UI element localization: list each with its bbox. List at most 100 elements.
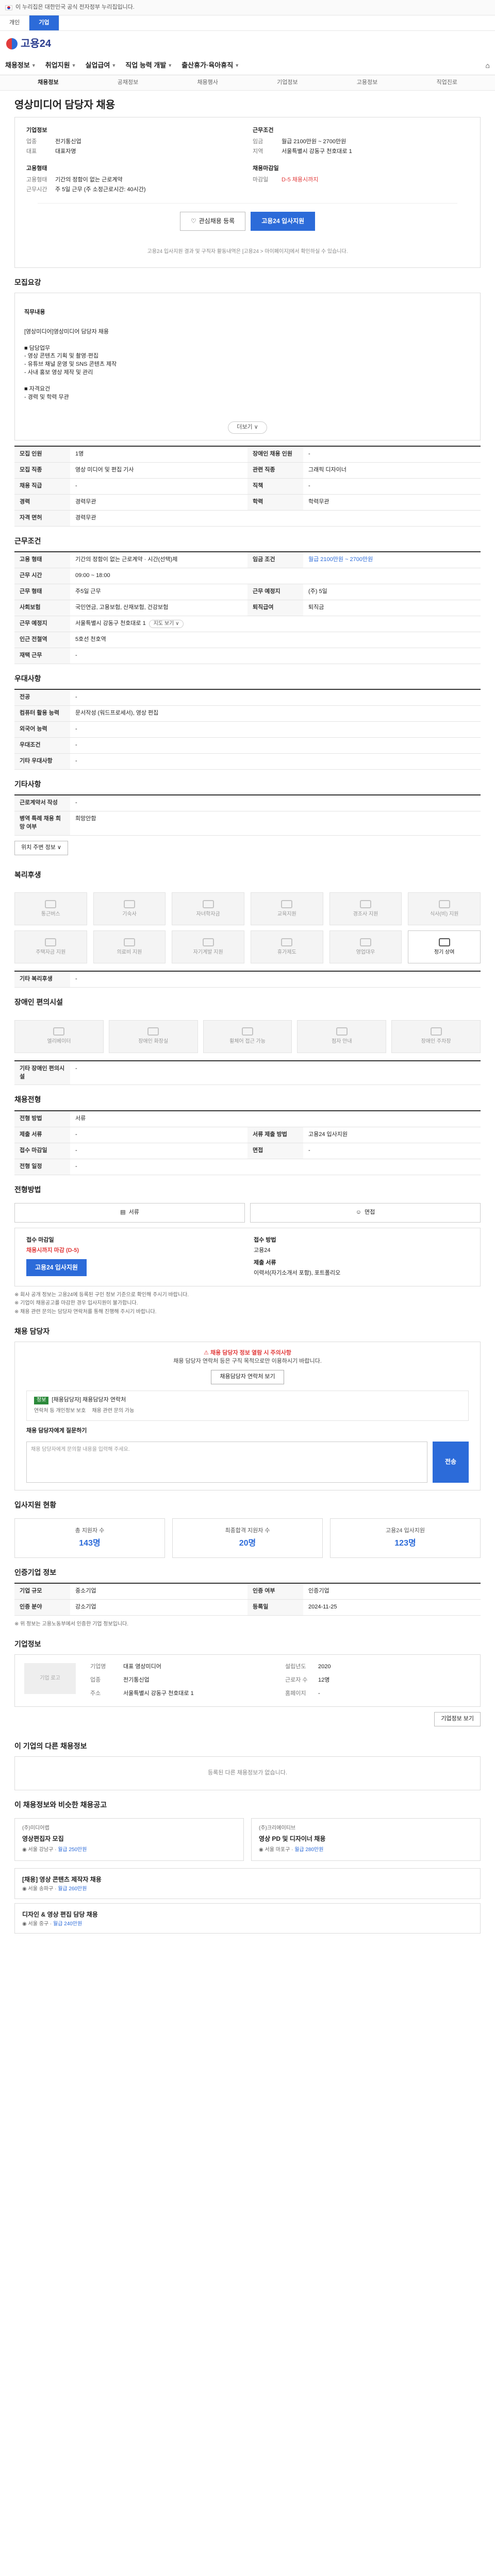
company-box: 기업 로고 기업명 대표 영상미디어 설립년도 2020 업종 전기통신업 근로자 수…: [14, 1654, 481, 1707]
sub-nav-item-career[interactable]: 직업진로: [407, 79, 487, 87]
nav-item-training[interactable]: 직업 능력 개발 ▼: [125, 61, 172, 71]
apply-info-box: 접수 마감일 채용시까지 마감 (D-5) 고용24 입사지원 접수 방법 고용…: [14, 1227, 481, 1286]
table-row: 컴퓨터 활용 능력 문서작성 (워드프로세서), 영상 편집: [14, 706, 481, 722]
benefit-item: 의료비 지원: [93, 930, 166, 964]
apply-button-2[interactable]: 고용24 입사지원: [26, 1259, 87, 1277]
document-icon: ▤: [120, 1209, 126, 1215]
benefit-grid: 통근버스 기숙사 자녀학자금 교육지원 경조사 지원 식사(비) 지원 주택자금…: [0, 885, 495, 971]
sub-nav-item-company[interactable]: 기업정보: [248, 79, 327, 87]
stats-section-title: 입사지원 현황: [14, 1500, 57, 1509]
deadline-group: 채용마감일 마감일 D-5 채용시까지: [253, 165, 469, 196]
manage-section-title: 인증기업 정보: [14, 1568, 57, 1577]
benefit-item: 경조사 지원: [329, 892, 402, 926]
medical-icon: [123, 938, 135, 946]
nav-item-support[interactable]: 취업지원 ▼: [45, 61, 76, 71]
map-toggle-button[interactable]: 지도 보기 ∨: [148, 619, 184, 629]
desc-box: 직무내용 [영상미디어]영상미디어 담당자 채용 ■ 담당업무 - 영상 콘텐츠…: [14, 292, 481, 440]
school-icon: [202, 900, 214, 908]
benefit-item: 영업대우: [329, 930, 402, 964]
house-icon: [45, 938, 57, 946]
warning-icon: ⚠: [204, 1350, 210, 1357]
recommend-card[interactable]: (주)크리에이티브 영상 PD 및 디자이너 채용 ◉ 서울 마포구 · 월급 …: [251, 1818, 481, 1861]
facility-item: 장애인 화장실: [108, 1020, 198, 1053]
expand-desc-button[interactable]: 더보기 ∨: [228, 421, 267, 434]
empty-message: 등록된 다른 채용정보가 없습니다.: [208, 1770, 287, 1776]
table-row: 기타 복리후생 -: [14, 972, 481, 988]
employ-type-label: 고용형태: [26, 165, 47, 172]
nav-item-leave[interactable]: 출산휴가·육아휴직 ▼: [182, 61, 239, 71]
table-row: 근무 시간 09:00 ~ 18:00: [14, 568, 481, 584]
benefit-item: 기숙사: [93, 892, 166, 926]
table-row: 인증 분야 강소기업 등록일 2024-11-25: [14, 1600, 481, 1616]
location-icon: ◉: [22, 1886, 28, 1892]
apply-deadline: 채용시까지 마감 (D-5): [26, 1247, 79, 1253]
recommend-card[interactable]: (주)미디어랩 영상편집자 모집 ◉ 서울 강남구 · 월급 250만원: [14, 1818, 244, 1861]
nav-item-jobs[interactable]: 채용정보 ▼: [5, 61, 36, 71]
msg-label: 채용 담당자에게 질문하기: [26, 1427, 87, 1434]
gov-notice-bar: 이 누리집은 대한민국 공식 전자정부 누리집입니다.: [0, 0, 495, 15]
facility-item: 엘리베이터: [14, 1020, 104, 1053]
benefit-item: 주택자금 지원: [14, 930, 87, 964]
sub-nav-item-jobs[interactable]: 채용정보: [8, 79, 88, 87]
sub-nav-item-stats[interactable]: 고용정보: [327, 79, 407, 87]
recommend-list-item[interactable]: 디자인 & 영상 편집 담당 채용 ◉ 서울 중구 · 월급 240만원: [14, 1903, 481, 1934]
logo-icon: [6, 38, 18, 49]
deadline-label: 채용마감일: [253, 165, 279, 172]
msg-input[interactable]: 채용 담당자에게 문의할 내용을 입력해 주세요.: [26, 1441, 427, 1483]
company-info-button[interactable]: 기업정보 보기: [434, 1711, 481, 1726]
nav-item-benefit[interactable]: 실업급여 ▼: [86, 61, 117, 71]
sub-nav-item-public[interactable]: 공채정보: [88, 79, 168, 87]
parking-icon: [430, 1027, 442, 1036]
tab-enterprise[interactable]: 기업: [29, 15, 59, 30]
table-row: 우대조건 -: [14, 738, 481, 754]
agent-contact-button[interactable]: 채용담당자 연락처 보기: [211, 1370, 284, 1385]
table-row: 기업 규모 중소기업 인증 여부 인증기업: [14, 1584, 481, 1600]
tab-personal[interactable]: 개인: [0, 15, 30, 30]
work-cond-group: 근무조건 임금 월급 2100만원 ~ 2700만원 지역 서울특별시 강동구 천호…: [253, 127, 469, 158]
desc-section-title: 모집요강: [14, 278, 41, 286]
facility-item: 휠체어 접근 가능: [203, 1020, 292, 1053]
recommend-list-item[interactable]: [채용] 영상 콘텐츠 제작자 채용 ◉ 서울 송파구 · 월급 260만원: [14, 1868, 481, 1899]
restroom-icon: [147, 1027, 159, 1036]
gift-icon: [359, 900, 371, 908]
stat-item: 고용24 입사지원 123명: [330, 1518, 481, 1558]
nearby-info-button[interactable]: 위치 주변 정보 ∨: [14, 841, 68, 856]
disabled-section-title: 장애인 편의시설: [14, 998, 63, 1007]
apply-button[interactable]: 고용24 입사지원: [251, 211, 316, 231]
table-row: 외국어 능력 -: [14, 722, 481, 738]
manage-note: ※ 위 정보는 고용노동부에서 인증한 기업 정보입니다.: [14, 1621, 129, 1628]
benefit-item-active: 정기 상여: [408, 930, 481, 964]
sub-nav-item-events[interactable]: 채용행사: [168, 79, 248, 87]
work-cond-label: 근무조건: [253, 127, 274, 133]
braille-icon: [336, 1027, 348, 1036]
company-logo: 기업 로고: [24, 1663, 76, 1694]
table-row: 재택 근무 -: [14, 648, 481, 665]
disabled-note-table: 기타 장애인 편의시설 -: [14, 1060, 481, 1086]
msg-send-button[interactable]: 전송: [433, 1441, 469, 1483]
save-job-button[interactable]: ♡ 관심채용 등록: [179, 211, 246, 231]
benefit-item: 통근버스: [14, 892, 87, 926]
agent-info-row: 정보 [채용담당자] 채용담당자 연락처 연락처 등 개인정보 보호 채용 관련 문…: [26, 1391, 469, 1421]
growth-icon: [202, 938, 214, 946]
apply-notes: ※ 회사 공개 정보는 고용24에 등록된 구인 정보 기준으로 확인해 주시기…: [14, 1292, 189, 1315]
method-interview: ☺ 면접: [250, 1202, 481, 1223]
location-icon: ◉: [22, 1847, 28, 1853]
hire-table: 전형 방법 서류 제출 서류 - 서류 제출 방법 고용24 입사지원 접수 마감일 - 면…: [14, 1110, 481, 1175]
apply-doc: 이력서(자기소개서 포함), 포트폴리오: [254, 1269, 341, 1276]
header-logo[interactable]: 고용24: [0, 31, 495, 57]
table-row: 모집 직종 영상 미디어 및 편집 기사 관련 직종 그래픽 디자이너: [14, 462, 481, 479]
benefit-section-title: 복리후생: [14, 871, 41, 879]
method-section-title: 전형방법: [14, 1185, 41, 1194]
table-row: 근무 예정지 서울특별시 강동구 천호대로 1 지도 보기 ∨: [14, 616, 481, 633]
benefit-item: 식사(비) 지원: [408, 892, 481, 926]
pref-table: 전공 - 컴퓨터 활용 능력 문서작성 (워드프로세서), 영상 편집 외국어 능력…: [14, 689, 481, 770]
job-action-buttons: ♡ 관심채용 등록 고용24 입사지원: [38, 202, 457, 237]
home-icon[interactable]: ⌂: [486, 60, 490, 71]
stats-grid: 총 지원자 수 143명 최종합격 지원자 수 20명 고용24 입사지원 123명: [0, 1515, 495, 1558]
table-row: 근무 형태 주5일 근무 근무 예정지 (주) 5일: [14, 584, 481, 600]
other-section-title: 이 기업의 다른 채용정보: [14, 1741, 87, 1750]
recommend-section-title: 이 채용정보와 비슷한 채용공고: [14, 1800, 107, 1809]
summary-table: 모집 인원 1명 장애인 채용 인원 - 모집 직종 영상 미디어 및 편집 기사 관련 …: [14, 445, 481, 527]
method-buttons: ▤ 서류 ☺ 면접: [0, 1200, 495, 1228]
pref-section-title: 우대사항: [14, 674, 41, 683]
